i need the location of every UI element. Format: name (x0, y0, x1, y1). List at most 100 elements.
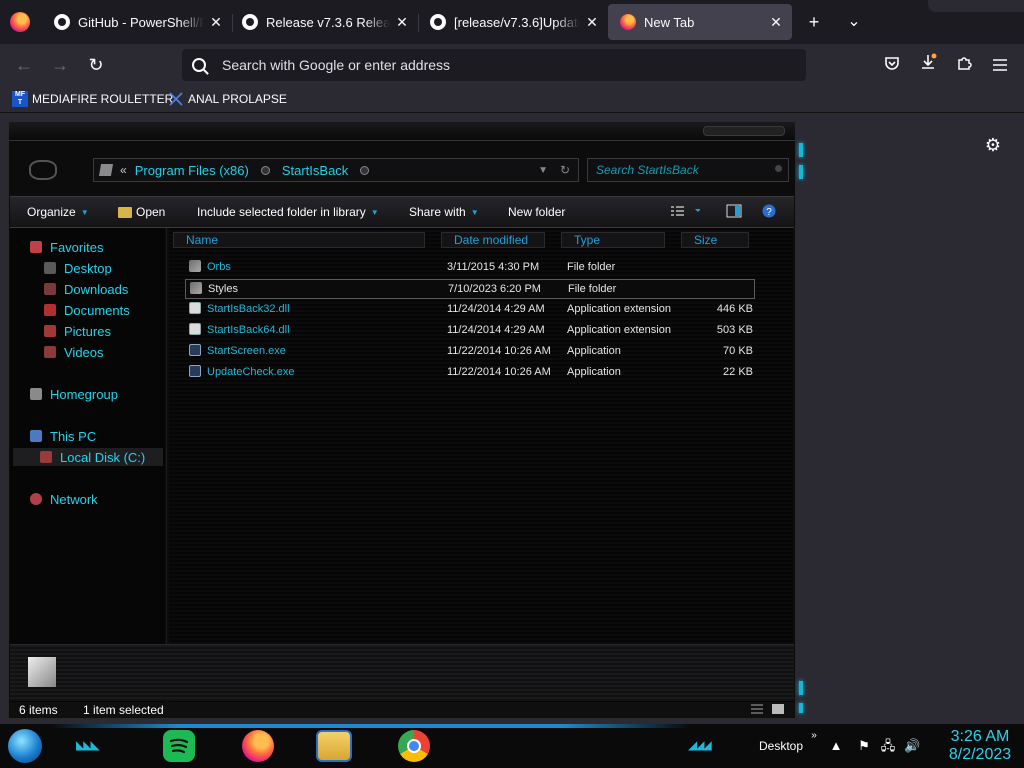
file-type: Application (567, 345, 621, 357)
github-icon (242, 14, 258, 30)
folder-icon (190, 282, 202, 294)
bookmark-mediafire-rouletter[interactable]: MF T MEDIAFIRE ROULETTER (12, 90, 173, 108)
github-icon (430, 14, 446, 30)
taskbar-decoration: ◢◢◢ (688, 738, 712, 752)
file-name: StartScreen.exe (207, 345, 286, 357)
nav-network: Network (30, 490, 98, 508)
share-with-command: Share with ▼ (409, 205, 479, 219)
taskbar-decoration: ◣◣◣ (76, 738, 100, 752)
url-input[interactable] (220, 56, 784, 74)
bookmark-favicon-icon: MF T (12, 91, 28, 107)
address-bar: « Program Files (x86) StartIsBack ▼ ↻ (93, 158, 579, 182)
bookmark-label: ANAL PROLAPSE (188, 92, 287, 106)
forward-button[interactable]: → (48, 53, 72, 77)
nav-downloads: Downloads (44, 280, 128, 298)
file-type: Application (567, 366, 621, 378)
file-size: 446 KB (716, 303, 753, 315)
tab-new-tab[interactable]: New Tab ✕ (608, 4, 792, 40)
file-size: 22 KB (723, 366, 753, 378)
file-type: Application extension (567, 324, 671, 336)
start-orb-icon[interactable] (8, 729, 42, 763)
system-clock[interactable]: 3:26 AM 8/2/2023 (940, 728, 1020, 764)
folder-icon (98, 164, 114, 176)
firefox-view-icon[interactable] (10, 12, 30, 32)
tab-release-v736[interactable]: Release v7.3.6 Release of PowerShell ✕ (230, 4, 418, 40)
window-edge-decoration (797, 121, 817, 717)
column-header-size: Size (681, 232, 749, 248)
chrome-icon[interactable] (398, 730, 430, 762)
explorer-status-bar: 6 items 1 item selected (10, 702, 794, 718)
downloads-icon[interactable] (916, 53, 940, 77)
url-bar[interactable] (182, 49, 806, 81)
firefox-icon[interactable] (242, 730, 274, 762)
extensions-icon[interactable] (952, 53, 976, 77)
tab-close-button[interactable]: ✕ (390, 14, 414, 31)
network-icon (30, 493, 42, 505)
tab-title: Release v7.3.6 Release of PowerShell (266, 14, 390, 30)
view-options-icon (670, 204, 701, 218)
documents-icon (44, 304, 56, 316)
pictures-icon (44, 325, 56, 337)
tab-close-button[interactable]: ✕ (764, 14, 788, 31)
new-tab-button[interactable]: + (802, 10, 826, 34)
spotify-icon[interactable] (163, 730, 195, 762)
network-status-icon[interactable]: 🖧 (880, 738, 896, 754)
toolbar-chevron-icon[interactable]: » (806, 728, 822, 744)
open-command: Open (118, 205, 165, 219)
computer-icon (30, 430, 42, 442)
chevron-down-icon: ▼ (538, 164, 548, 176)
breadcrumb-separator-icon (360, 165, 370, 175)
file-name: Orbs (207, 261, 231, 273)
organize-command: Organize ▼ (27, 205, 89, 219)
file-size: 503 KB (716, 324, 753, 336)
folder-icon (189, 260, 201, 272)
file-row: StartIsBack64.dll 11/24/2014 4:29 AM App… (185, 321, 753, 339)
file-explorer-icon[interactable] (316, 730, 352, 762)
menu-icon[interactable] (988, 53, 1012, 77)
file-type: Application extension (567, 303, 671, 315)
breadcrumb-separator-icon (260, 165, 270, 175)
exe-file-icon (189, 344, 201, 356)
file-date: 11/24/2014 4:29 AM (447, 303, 545, 315)
bookmark-label: MEDIAFIRE ROULETTER (32, 92, 174, 106)
list-all-tabs-button[interactable]: ⌄ (842, 10, 866, 34)
tab-close-button[interactable]: ✕ (204, 14, 228, 31)
tab-close-button[interactable]: ✕ (580, 14, 604, 31)
tab-title: [release/v7.3.6]Update the cgmanifest (454, 14, 580, 30)
dll-file-icon (189, 323, 201, 335)
pocket-icon[interactable] (880, 53, 904, 77)
desktop-toolbar-label[interactable]: Desktop (759, 739, 803, 753)
folder-icon (118, 206, 132, 218)
star-icon (30, 241, 42, 253)
action-center-flag-icon[interactable]: ⚑ (856, 738, 872, 754)
volume-icon[interactable]: 🔊 (904, 738, 920, 754)
nav-pictures: Pictures (44, 322, 111, 340)
tab-strip: GitHub - PowerShell/PowerShell ✕ Release… (0, 0, 1024, 44)
file-row: StartScreen.exe 11/22/2014 10:26 AM Appl… (185, 342, 753, 360)
explorer-search-input (594, 159, 768, 181)
file-row: Orbs 3/11/2015 4:30 PM File folder (185, 258, 753, 276)
back-forward-orb-icon (23, 154, 61, 184)
reload-button[interactable]: ↻ (84, 53, 108, 77)
status-selection: 1 item selected (83, 703, 164, 717)
nav-local-disk: Local Disk (C:) (13, 448, 163, 466)
help-icon: ? (762, 204, 778, 218)
tab-github-powershell[interactable]: GitHub - PowerShell/PowerShell ✕ (42, 4, 232, 40)
show-hidden-icons-icon[interactable]: ▲ (828, 738, 844, 754)
gear-icon[interactable]: ⚙ (983, 135, 1003, 155)
videos-icon (44, 346, 56, 358)
bookmark-second[interactable]: ANAL PROLAPSE (168, 90, 287, 108)
taskbar: ◣◣◣ ◢◢◢ Desktop » ▲ ⚑ 🖧 🔊 3:26 AM 8/2/20… (0, 724, 1024, 768)
details-view-icon (750, 703, 786, 718)
file-date: 11/24/2014 4:29 AM (447, 324, 545, 336)
back-button[interactable]: ← (12, 53, 36, 77)
selected-item-thumbnail (28, 657, 56, 687)
column-header-type: Type (561, 232, 665, 248)
clock-time: 3:26 AM (950, 728, 1010, 745)
file-type: File folder (567, 261, 616, 273)
nav-homegroup: Homegroup (30, 385, 118, 403)
explorer-window-wallpaper: « Program Files (x86) StartIsBack ▼ ↻ Or… (8, 121, 796, 719)
tab-release-update[interactable]: [release/v7.3.6]Update the cgmanifest ✕ (418, 4, 608, 40)
new-folder-command: New folder (508, 205, 566, 219)
refresh-icon: ↻ (559, 163, 570, 177)
